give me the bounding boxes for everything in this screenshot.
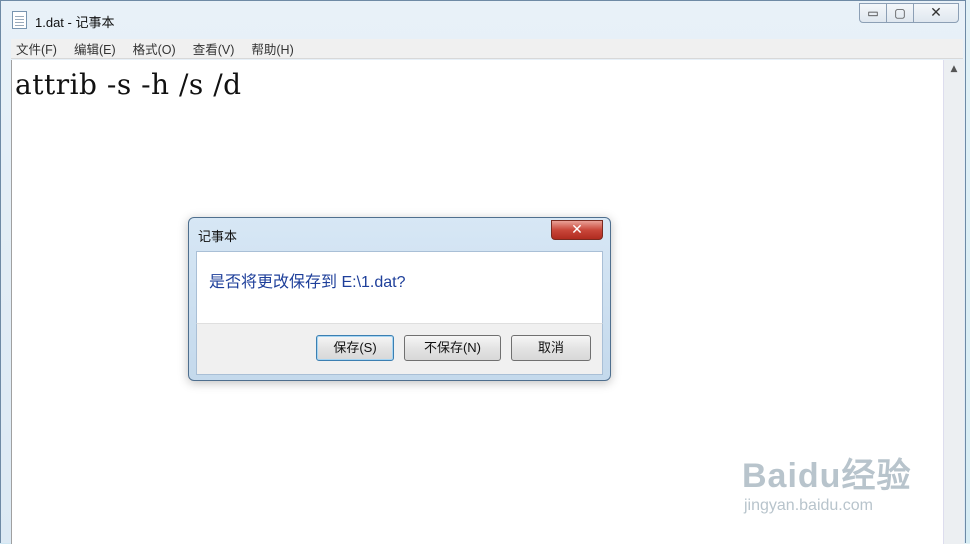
dialog-title: 记事本 — [198, 229, 238, 244]
dialog-button-bar: 保存(S) 不保存(N) 取消 — [196, 323, 603, 375]
dialog-body: 是否将更改保存到 E:\1.dat? — [196, 251, 603, 323]
scroll-up-arrow-icon[interactable]: ▲ — [944, 60, 964, 78]
notepad-icon — [12, 11, 27, 29]
dialog-message: 是否将更改保存到 E:\1.dat? — [209, 274, 406, 291]
vertical-scrollbar[interactable]: ▲ — [943, 60, 964, 544]
dont-save-button[interactable]: 不保存(N) — [404, 335, 501, 361]
watermark-brand: Baidu经验 — [742, 457, 912, 495]
editor-content[interactable]: attrib -s -h /s /d — [15, 68, 242, 101]
minimize-button[interactable]: ▭ — [859, 3, 887, 23]
maximize-button[interactable]: ▢ — [886, 3, 914, 23]
save-button[interactable]: 保存(S) — [316, 335, 394, 361]
menu-file[interactable]: 文件(F) — [16, 39, 57, 58]
caption-buttons: ▭ ▢ ✕ — [859, 3, 959, 23]
title-bar[interactable]: 1.dat - 记事本 ▭ ▢ ✕ — [1, 1, 965, 38]
baidu-jingyan-watermark: Baidu经验 jingyan.baidu.com — [742, 448, 911, 515]
menu-bar: 文件(F) 编辑(E) 格式(O) 查看(V) 帮助(H) — [11, 39, 963, 59]
menu-edit[interactable]: 编辑(E) — [74, 39, 116, 58]
menu-view[interactable]: 查看(V) — [193, 39, 235, 58]
menu-help[interactable]: 帮助(H) — [251, 39, 293, 58]
close-button[interactable]: ✕ — [913, 3, 959, 23]
window-title: 1.dat - 记事本 — [35, 15, 115, 30]
save-changes-dialog: 记事本 ✕ 是否将更改保存到 E:\1.dat? 保存(S) 不保存(N) 取消 — [188, 217, 611, 381]
dialog-close-button[interactable]: ✕ — [551, 220, 603, 240]
menu-format[interactable]: 格式(O) — [133, 39, 176, 58]
watermark-url: jingyan.baidu.com — [744, 497, 873, 514]
cancel-button[interactable]: 取消 — [511, 335, 591, 361]
